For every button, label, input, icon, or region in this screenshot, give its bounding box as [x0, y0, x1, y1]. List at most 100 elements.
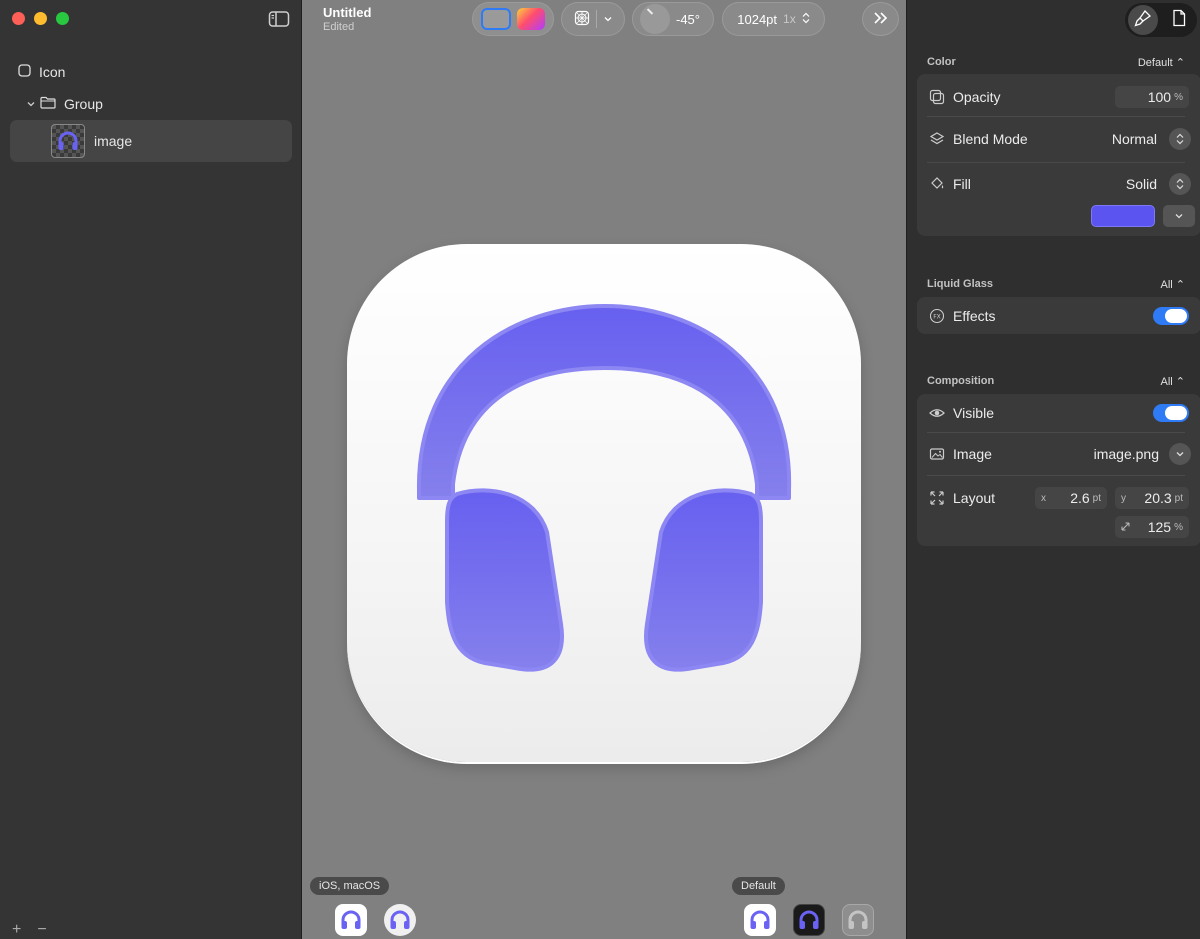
layer-item-image[interactable]: image [10, 120, 292, 162]
layer-item-icon[interactable]: Icon [10, 62, 292, 82]
opacity-icon [929, 89, 945, 105]
platform-label: iOS, macOS [310, 877, 390, 895]
headphones-icon [416, 304, 792, 672]
mode-value: All [1160, 376, 1173, 388]
fill-type-popup-button[interactable] [1169, 173, 1191, 195]
opacity-unit: % [1174, 91, 1183, 103]
macos-preview-thumbnail[interactable] [384, 904, 416, 936]
divider [927, 475, 1185, 476]
blend-mode-value[interactable]: Normal [1112, 131, 1157, 147]
opacity-row: Opacity 100 % [917, 86, 1200, 108]
blend-mode-popup-button[interactable] [1169, 128, 1191, 150]
fill-type-value[interactable]: Solid [1126, 176, 1157, 192]
composition-mode-popup[interactable]: All ⌃ [1160, 375, 1185, 388]
color-section-header: Color Default ⌃ [927, 56, 1185, 69]
layer-label: Icon [39, 64, 66, 80]
visible-toggle[interactable] [1153, 404, 1189, 422]
remove-layer-button[interactable]: − [37, 921, 46, 939]
inspector-tabs [1125, 3, 1197, 37]
document-title: Untitled [323, 5, 372, 20]
visible-row: Visible [917, 402, 1200, 424]
fill-color-dropdown[interactable] [1163, 205, 1195, 227]
add-layer-button[interactable]: + [12, 921, 21, 939]
x-value: 2.6 [1070, 490, 1090, 506]
visible-label: Visible [953, 405, 994, 421]
paint-bucket-icon [929, 176, 945, 192]
y-unit: pt [1174, 492, 1183, 504]
color-appearance-swatch[interactable] [517, 8, 545, 30]
square-icon [18, 64, 31, 80]
mode-value: All [1160, 279, 1173, 291]
scale-field[interactable]: 125 % [1115, 516, 1189, 538]
layer-item-group[interactable]: Group [10, 94, 292, 114]
light-angle-control[interactable]: -45° [632, 2, 714, 36]
opacity-field[interactable]: 100 % [1115, 86, 1189, 108]
y-value: 20.3 [1144, 490, 1172, 506]
layout-row: Layout x 2.6 pt y 20.3 pt [917, 487, 1200, 509]
resize-arrow-icon [1120, 521, 1131, 535]
divider [927, 432, 1185, 433]
color-section: Opacity 100 % Blend Mode Normal Fill Sol… [917, 74, 1200, 236]
scale-row: 125 % [917, 516, 1200, 538]
composition-section-header: Composition All ⌃ [927, 375, 1185, 388]
color-mode-popup[interactable]: Default ⌃ [1138, 56, 1185, 69]
layers-icon [929, 131, 945, 147]
divider [927, 162, 1185, 163]
appearance-switcher[interactable] [472, 2, 554, 36]
ios-preview-thumbnail[interactable] [335, 904, 367, 936]
default-preview-thumbnail[interactable] [744, 904, 776, 936]
grid-overlay-button[interactable] [561, 2, 625, 36]
zoom-window-button[interactable] [56, 12, 69, 25]
image-row: Image image.png [917, 443, 1200, 465]
scale-unit: % [1174, 521, 1183, 533]
layer-thumbnail [51, 124, 85, 158]
chevron-down-icon[interactable] [603, 12, 613, 27]
fx-icon: FX [929, 308, 945, 324]
dark-preview-thumbnail[interactable] [793, 904, 825, 936]
layer-label: Group [64, 96, 103, 112]
layer-actions: + − [12, 921, 47, 939]
effects-toggle[interactable] [1153, 307, 1189, 325]
svg-text:FX: FX [933, 314, 941, 321]
fill-color-well[interactable] [1091, 205, 1155, 227]
minimize-window-button[interactable] [34, 12, 47, 25]
blend-mode-label: Blend Mode [953, 131, 1028, 147]
opacity-value: 100 [1147, 89, 1172, 105]
canvas-size-control[interactable]: 1024pt 1x [722, 2, 825, 36]
effects-row: FX Effects [917, 305, 1200, 327]
angle-value: -45° [676, 11, 700, 27]
layer-label: image [94, 133, 133, 149]
angle-dial-icon[interactable] [640, 4, 670, 34]
x-position-field[interactable]: x 2.6 pt [1035, 487, 1107, 509]
document-inspector-tab[interactable] [1164, 5, 1194, 35]
section-title: Composition [927, 375, 995, 387]
image-label: Image [953, 446, 992, 462]
app-icon-preview[interactable] [347, 244, 861, 762]
scale-value: 125 [1147, 519, 1172, 535]
chevron-down-icon[interactable] [26, 96, 36, 112]
inspector-panel: Color Default ⌃ Opacity 100 % Blend Mode… [906, 0, 1200, 939]
close-window-button[interactable] [12, 12, 25, 25]
x-unit: pt [1092, 492, 1101, 504]
liquid-glass-section: FX Effects [917, 297, 1200, 334]
y-position-field[interactable]: y 20.3 pt [1115, 487, 1189, 509]
liquid-glass-section-header: Liquid Glass All ⌃ [927, 278, 1185, 291]
image-file-value[interactable]: image.png [1094, 446, 1159, 462]
more-tools-button[interactable] [862, 2, 899, 36]
tinted-preview-thumbnail[interactable] [842, 904, 874, 936]
mode-value: Default [1137, 57, 1173, 69]
image-popup-button[interactable] [1169, 443, 1191, 465]
photo-icon [929, 446, 945, 462]
section-title: Liquid Glass [927, 278, 994, 290]
fill-row: Fill Solid [917, 173, 1200, 195]
chevron-double-right-icon [873, 11, 889, 28]
window-controls [12, 12, 69, 25]
canvas-area: Untitled Edited -45° 1024pt 1x iOS, macO… [302, 0, 906, 939]
light-appearance-swatch[interactable] [481, 8, 511, 30]
x-label: x [1041, 492, 1046, 504]
sidebar-toggle-icon[interactable] [268, 10, 290, 28]
effects-label: Effects [953, 308, 996, 324]
appearance-inspector-tab[interactable] [1128, 5, 1158, 35]
liquid-glass-mode-popup[interactable]: All ⌃ [1160, 278, 1185, 291]
fill-label: Fill [953, 176, 971, 192]
